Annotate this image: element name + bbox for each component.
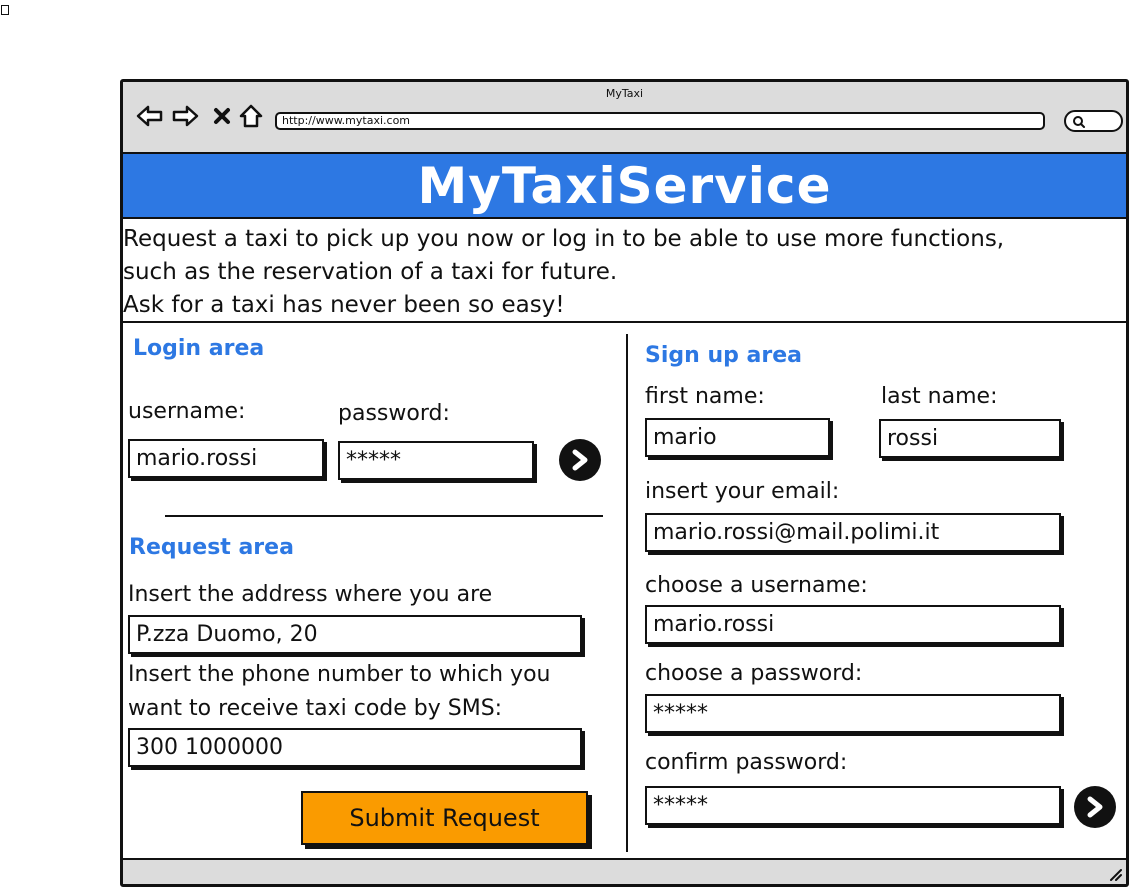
- phone-label-line2: want to receive taxi code by SMS:: [128, 696, 503, 721]
- login-submit-button[interactable]: [559, 439, 601, 481]
- back-arrow-icon[interactable]: [136, 102, 164, 130]
- submit-request-button[interactable]: Submit Request: [301, 791, 588, 845]
- phone-input[interactable]: 300 1000000: [128, 728, 582, 767]
- email-input[interactable]: mario.rossi@mail.polimi.it: [645, 513, 1061, 552]
- site-banner: MyTaxiService: [123, 154, 1126, 219]
- url-bar[interactable]: http://www.mytaxi.com: [275, 112, 1045, 130]
- confirm-password-label: confirm password:: [645, 750, 848, 775]
- last-name-input[interactable]: rossi: [879, 419, 1061, 458]
- phone-label-line1: Insert the phone number to which you: [128, 662, 551, 687]
- signup-username-label: choose a username:: [645, 573, 868, 598]
- login-password-input[interactable]: *****: [338, 441, 534, 480]
- login-request-divider: [165, 515, 603, 517]
- window-title: MyTaxi: [605, 87, 644, 100]
- signup-username-input[interactable]: mario.rossi: [645, 605, 1061, 644]
- browser-toolbar: MyTaxi http://www.mytaxi.com: [123, 82, 1126, 154]
- signup-password-label: choose a password:: [645, 661, 863, 686]
- last-name-label: last name:: [881, 384, 998, 409]
- intro-line: such as the reservation of a taxi for fu…: [123, 259, 618, 285]
- signup-area-title: Sign up area: [645, 343, 802, 368]
- status-bar: [123, 858, 1126, 884]
- forward-arrow-icon[interactable]: [171, 102, 199, 130]
- resize-grip-icon[interactable]: [1108, 867, 1122, 881]
- email-label: insert your email:: [645, 479, 840, 504]
- close-icon[interactable]: [208, 102, 236, 130]
- first-name-label: first name:: [645, 384, 765, 409]
- browser-search-box[interactable]: [1064, 110, 1123, 132]
- home-icon[interactable]: [237, 102, 265, 130]
- login-username-input[interactable]: mario.rossi: [128, 439, 324, 478]
- signup-password-input[interactable]: *****: [645, 694, 1061, 733]
- browser-window: MyTaxi http://www.mytaxi.com MyTaxiServi…: [120, 79, 1129, 887]
- column-divider: [626, 334, 628, 852]
- login-area-title: Login area: [133, 336, 265, 361]
- login-password-label: password:: [338, 401, 450, 426]
- intro-line: Ask for a taxi has never been so easy!: [123, 292, 565, 318]
- request-area-title: Request area: [129, 535, 294, 560]
- header-divider: [123, 321, 1129, 323]
- chevron-right-icon: [1087, 796, 1103, 818]
- address-input[interactable]: P.zza Duomo, 20: [128, 615, 582, 654]
- first-name-input[interactable]: mario: [645, 418, 830, 457]
- address-label: Insert the address where you are: [128, 582, 493, 607]
- site-title: MyTaxiService: [417, 156, 832, 215]
- chevron-right-icon: [572, 449, 588, 471]
- corner-marker: [1, 5, 9, 15]
- confirm-password-input[interactable]: *****: [645, 786, 1061, 825]
- signup-submit-button[interactable]: [1074, 786, 1116, 828]
- search-icon: [1073, 116, 1085, 128]
- intro-text: Request a taxi to pick up you now or log…: [123, 223, 1123, 322]
- intro-line: Request a taxi to pick up you now or log…: [123, 226, 1005, 252]
- login-username-label: username:: [128, 399, 246, 424]
